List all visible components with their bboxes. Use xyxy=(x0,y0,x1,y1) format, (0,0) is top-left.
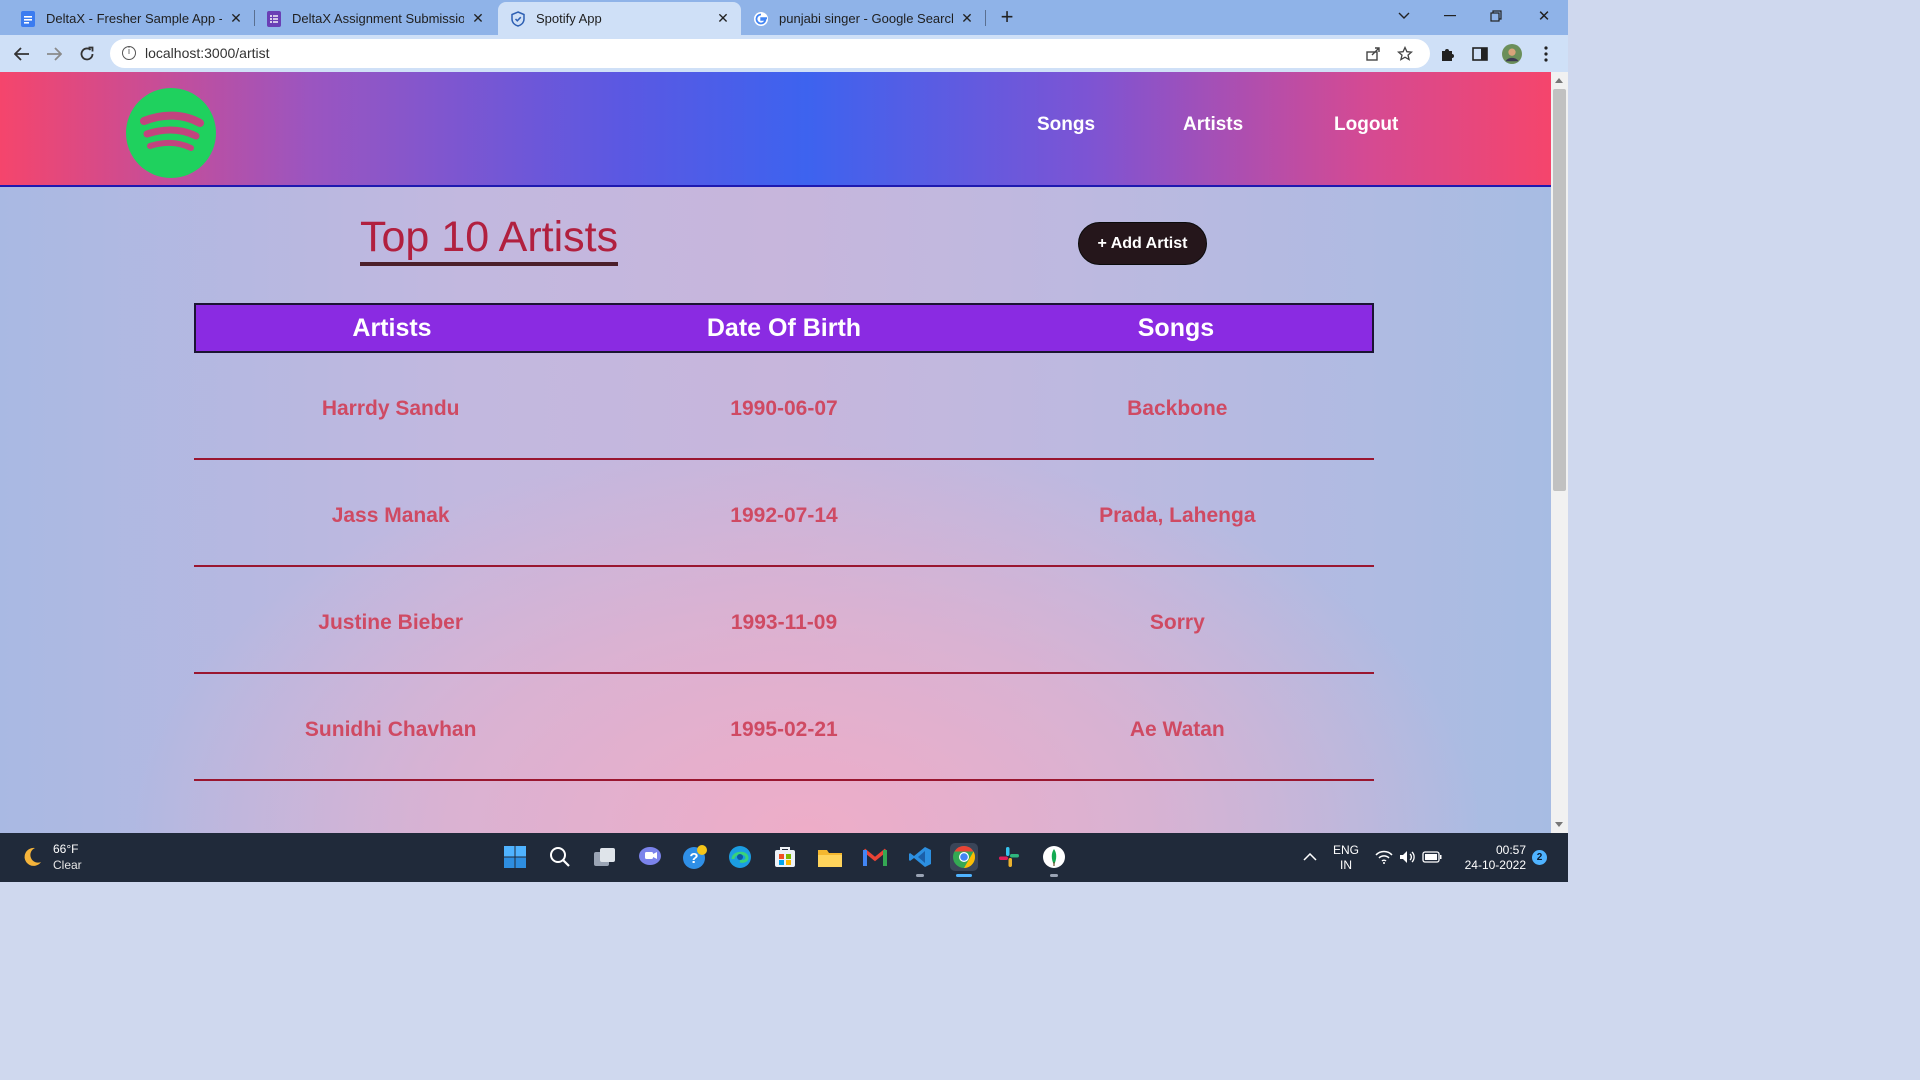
songs-cell: Ae Watan xyxy=(1129,717,1225,741)
help-icon[interactable]: ? xyxy=(681,843,709,871)
dob-cell: 1992-07-14 xyxy=(730,503,838,527)
tab-title: Spotify App xyxy=(536,11,602,26)
nav-artists-link[interactable]: Artists xyxy=(1183,114,1243,136)
gmail-icon[interactable] xyxy=(861,843,889,871)
address-bar[interactable]: i localhost:3000/artist xyxy=(110,39,1430,68)
tab-title: punjabi singer - Google Search xyxy=(779,11,953,26)
songs-cell: Backbone xyxy=(1127,396,1228,420)
weather-description[interactable]: Clear xyxy=(53,858,82,872)
vscode-icon[interactable] xyxy=(906,843,934,877)
column-header-dob: Date Of Birth xyxy=(706,313,862,342)
page-scrollbar[interactable] xyxy=(1551,72,1568,833)
restore-icon[interactable] xyxy=(1476,4,1516,28)
system-clock[interactable]: 00:57 24-10-2022 xyxy=(1452,843,1526,873)
minimize-icon[interactable] xyxy=(1430,4,1470,28)
table-row: Harrdy Sandu 1990-06-07 Backbone xyxy=(194,353,1374,460)
new-tab-icon[interactable]: + xyxy=(996,4,1018,29)
table-row: Sunidhi Chavhan 1995-02-21 Ae Watan xyxy=(194,674,1374,781)
page-title: Top 10 Artists xyxy=(360,212,619,266)
weather-temperature[interactable]: 66°F xyxy=(53,842,78,856)
teams-chat-icon[interactable] xyxy=(636,843,664,871)
close-icon[interactable]: ✕ xyxy=(959,10,975,27)
file-explorer-icon[interactable] xyxy=(816,843,844,871)
browser-tab-strip: DeltaX - Fresher Sample App - Sp ✕ Delta… xyxy=(0,0,1568,35)
back-arrow-icon[interactable] xyxy=(9,41,35,67)
songs-cell: Sorry xyxy=(1149,610,1205,634)
nav-logout-link[interactable]: Logout xyxy=(1334,114,1398,136)
artist-name-cell: Jass Manak xyxy=(331,503,450,527)
clock-time: 00:57 xyxy=(1495,843,1526,857)
bookmark-star-icon[interactable] xyxy=(1396,45,1414,63)
shield-icon xyxy=(510,10,526,27)
notification-badge[interactable]: 2 xyxy=(1532,850,1547,865)
forward-arrow-icon[interactable] xyxy=(41,41,67,67)
scroll-up-arrow-icon[interactable] xyxy=(1555,78,1563,83)
slack-icon[interactable] xyxy=(995,843,1023,871)
svg-text:?: ? xyxy=(689,850,698,867)
scrollbar-thumb[interactable] xyxy=(1553,89,1566,491)
artist-name-cell: Sunidhi Chavhan xyxy=(304,717,477,741)
tab-deltax-assignment[interactable]: DeltaX Assignment Submission - ✕ xyxy=(254,2,496,35)
spotify-logo[interactable] xyxy=(126,88,216,178)
mongodb-compass-icon[interactable] xyxy=(1040,843,1068,877)
tab-deltax-sample-app[interactable]: DeltaX - Fresher Sample App - Sp ✕ xyxy=(8,2,254,35)
artist-name-cell: Justine Bieber xyxy=(318,610,464,634)
profile-avatar[interactable] xyxy=(1502,44,1522,64)
language-code: ENG xyxy=(1332,843,1359,857)
tab-google-search[interactable]: punjabi singer - Google Search ✕ xyxy=(741,2,985,35)
chrome-icon[interactable] xyxy=(950,843,978,877)
edge-browser-icon[interactable] xyxy=(726,843,754,871)
site-header: Songs Artists Logout xyxy=(0,72,1551,187)
add-artist-button[interactable]: + Add Artist xyxy=(1078,222,1207,265)
table-header: Artists Date Of Birth Songs xyxy=(194,303,1374,353)
extensions-puzzle-icon[interactable] xyxy=(1437,44,1457,64)
clock-date: 24-10-2022 xyxy=(1464,858,1526,872)
microsoft-store-icon[interactable] xyxy=(771,843,799,871)
page-viewport: Songs Artists Logout Top 10 Artists + Ad… xyxy=(0,72,1551,833)
tab-search-chevron-icon[interactable] xyxy=(1384,4,1424,28)
browser-toolbar: i localhost:3000/artist xyxy=(0,35,1568,72)
close-window-icon[interactable]: ✕ xyxy=(1524,4,1564,28)
windows-taskbar: 66°F Clear ? ENG IN 00:57 24-10-2022 xyxy=(0,833,1568,882)
table-row: Jass Manak 1992-07-14 Prada, Lahenga xyxy=(194,460,1374,567)
search-icon[interactable] xyxy=(546,843,574,871)
tab-title: DeltaX - Fresher Sample App - Sp xyxy=(46,11,222,26)
dob-cell: 1995-02-21 xyxy=(730,717,838,741)
tab-title: DeltaX Assignment Submission - xyxy=(292,11,464,26)
share-icon[interactable] xyxy=(1364,45,1382,63)
tab-spotify-app[interactable]: Spotify App ✕ xyxy=(498,2,741,35)
show-hidden-icons-chevron-icon[interactable] xyxy=(1296,843,1324,871)
more-menu-icon[interactable] xyxy=(1536,44,1556,64)
input-language-indicator[interactable]: ENG IN xyxy=(1329,843,1363,873)
table-row: Justine Bieber 1993-11-09 Sorry xyxy=(194,567,1374,674)
google-icon xyxy=(753,11,769,27)
side-panel-icon[interactable] xyxy=(1470,44,1490,64)
battery-icon[interactable] xyxy=(1418,843,1446,871)
artist-name-cell: Harrdy Sandu xyxy=(321,396,460,420)
reload-icon[interactable] xyxy=(74,41,100,67)
docs-icon xyxy=(20,10,36,27)
nav-songs-link[interactable]: Songs xyxy=(1037,114,1095,136)
close-icon[interactable]: ✕ xyxy=(228,10,244,27)
dob-cell: 1990-06-07 xyxy=(730,396,838,420)
site-info-icon[interactable]: i xyxy=(122,46,136,60)
moon-weather-icon[interactable] xyxy=(20,845,44,869)
close-icon[interactable]: ✕ xyxy=(715,10,731,27)
scroll-down-arrow-icon[interactable] xyxy=(1555,822,1563,827)
column-header-songs: Songs xyxy=(1137,313,1215,342)
task-view-icon[interactable] xyxy=(591,843,619,871)
artists-table: Artists Date Of Birth Songs Harrdy Sandu… xyxy=(194,303,1374,781)
url-text[interactable]: localhost:3000/artist xyxy=(145,45,270,61)
start-windows-icon[interactable] xyxy=(501,843,529,871)
column-header-artists: Artists xyxy=(352,313,432,342)
region-code: IN xyxy=(1340,858,1352,872)
tab-separator xyxy=(985,10,986,26)
dob-cell: 1993-11-09 xyxy=(730,610,838,634)
close-icon[interactable]: ✕ xyxy=(470,10,486,27)
forms-icon xyxy=(266,10,282,27)
songs-cell: Prada, Lahenga xyxy=(1099,503,1256,527)
